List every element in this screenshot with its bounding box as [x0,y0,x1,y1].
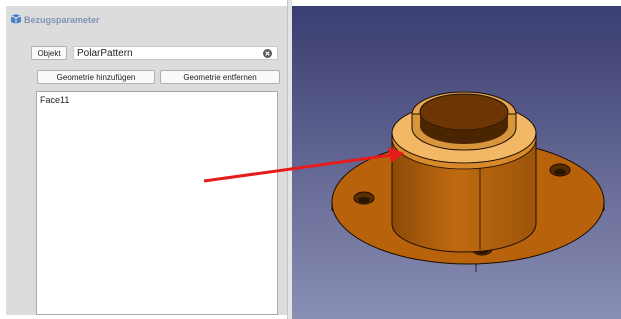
geometry-list[interactable]: Face11 [36,91,278,315]
list-item[interactable]: Face11 [40,95,69,105]
panel-title: Bezugsparameter [24,15,100,25]
task-panel: Bezugsparameter Objekt PolarPattern Geom… [6,6,287,315]
remove-geometry-button[interactable]: Geometrie entfernen [160,70,280,84]
object-field-value: PolarPattern [77,47,133,59]
object-field[interactable]: PolarPattern [73,46,278,60]
panel-header: Bezugsparameter [6,6,287,30]
datum-parameters-icon [10,14,22,24]
clear-icon[interactable] [263,49,272,58]
3d-viewport[interactable] [292,6,621,319]
object-button[interactable]: Objekt [31,46,67,60]
bore-hole [419,93,509,131]
add-geometry-button[interactable]: Geometrie hinzufügen [37,70,155,84]
